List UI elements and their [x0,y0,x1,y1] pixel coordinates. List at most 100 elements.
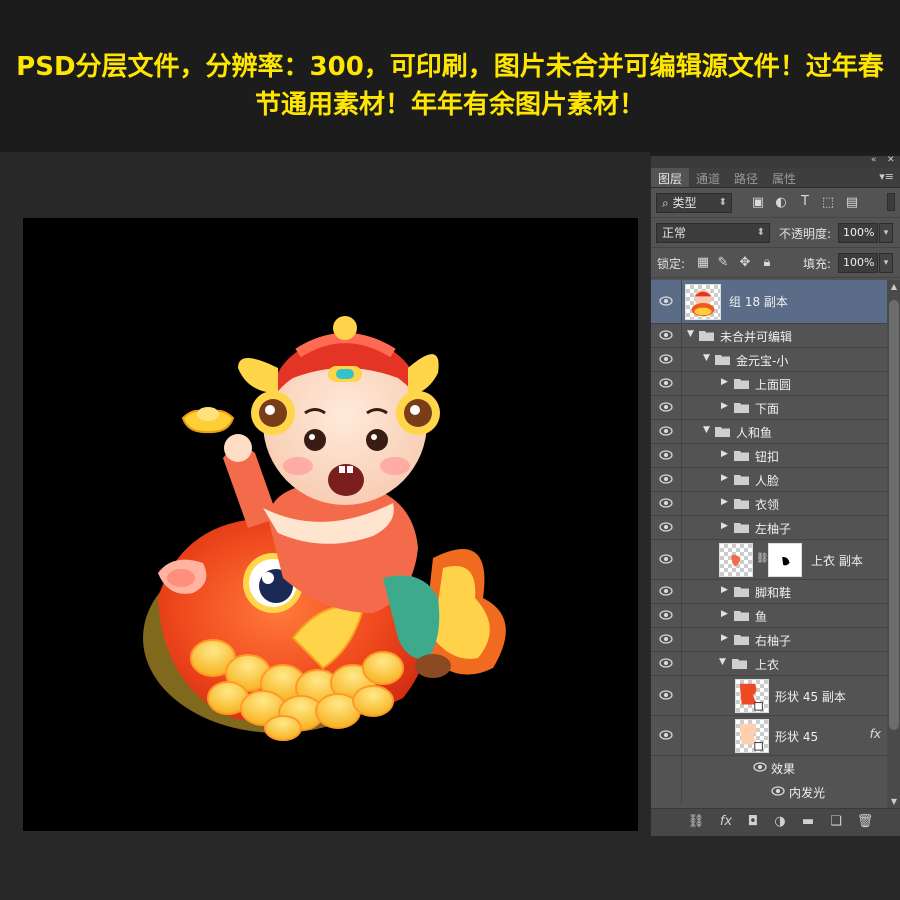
lock-transparent-icon[interactable]: ▦ [694,255,712,270]
scrollbar-thumb[interactable] [889,300,899,730]
collapse-triangle-icon[interactable]: ▶ [721,401,728,411]
delete-icon[interactable]: 🗑︎ [856,814,874,829]
layer-row[interactable]: ▼ 未合并可编辑 [651,324,887,348]
visibility-eye-icon[interactable] [659,585,673,597]
visibility-eye-icon[interactable] [659,633,673,645]
collapse-icon[interactable]: « [871,155,877,165]
visibility-eye-icon[interactable] [659,473,673,485]
tab-paths[interactable]: 路径 [727,168,765,187]
layer-name: 左柚子 [755,522,792,536]
visibility-eye-icon[interactable] [659,295,673,307]
collapse-triangle-icon[interactable]: ▶ [721,609,728,619]
expand-triangle-icon[interactable]: ▼ [719,657,726,667]
new-group-icon[interactable]: ▬ [799,814,817,829]
layer-row[interactable]: 组 18 副本 [651,280,887,324]
visibility-eye-icon[interactable] [659,425,673,437]
lock-paint-icon[interactable]: ✎ [714,255,732,270]
lock-all-icon[interactable]: 🔒︎ [758,255,776,270]
collapse-triangle-icon[interactable]: ▶ [721,585,728,595]
lock-row: 锁定: ▦ ✎ ✥ 🔒︎ 填充: 100% ▾ [651,248,900,278]
layer-row[interactable]: 形状 45 副本 [651,676,887,716]
layer-name: 上面圆 [755,378,792,392]
layer-effects-icon[interactable]: fx [870,727,881,741]
fill-dropdown[interactable]: ▾ [879,253,893,273]
collapse-triangle-icon[interactable]: ▶ [721,449,728,459]
visibility-eye-icon[interactable] [659,609,673,621]
tab-properties[interactable]: 属性 [765,168,803,187]
layer-row[interactable]: ▼ 金元宝-小 [651,348,887,372]
fill-input[interactable]: 100% [838,253,878,273]
blend-mode-select[interactable]: 正常 ⬍ [656,223,770,243]
layer-row[interactable]: ▶ 脚和鞋 [651,580,887,604]
layers-list: 组 18 副本 ▼ 未合并可编辑 ▼ 金元宝-小 ▶ 上面圆 ▶ 下面 ▼ 人和… [651,280,887,808]
visibility-eye-icon[interactable] [659,657,673,669]
folder-icon [734,587,749,597]
panel-tabs: 图层 通道 路径 属性 ▾≡ [651,168,900,188]
new-layer-icon[interactable]: ❏ [827,814,845,829]
collapse-triangle-icon[interactable]: ▶ [721,521,728,531]
visibility-eye-icon[interactable] [659,521,673,533]
panel-title-bar[interactable]: « ✕ [651,155,900,168]
layer-row[interactable]: ▼ 上衣 [651,652,887,676]
link-layers-icon[interactable]: ⛓ [687,814,705,829]
image-filter-icon[interactable]: ▣ [749,195,767,210]
visibility-eye-icon[interactable] [659,401,673,413]
layer-row[interactable]: ▶ 鱼 [651,604,887,628]
layer-row[interactable]: 形状 45 fx [651,716,887,756]
layer-row[interactable]: ▶ 钮扣 [651,444,887,468]
visibility-eye-icon[interactable] [659,353,673,365]
effects-label: 效果 [771,762,796,776]
scroll-down-icon[interactable]: ▼ [887,797,900,806]
layer-name: 上衣 副本 [811,554,863,568]
visibility-eye-icon[interactable] [659,497,673,509]
lock-position-icon[interactable]: ✥ [736,255,754,270]
shape-filter-icon[interactable]: ⬚ [819,195,837,210]
layer-row[interactable]: ⛓ 上衣 副本 [651,540,887,580]
visibility-eye-icon[interactable] [659,329,673,341]
filter-toggle[interactable] [887,193,895,211]
collapse-triangle-icon[interactable]: ▶ [721,473,728,483]
tab-layers[interactable]: 图层 [651,168,690,187]
expand-triangle-icon[interactable]: ▼ [687,329,694,339]
collapse-triangle-icon[interactable]: ▶ [721,633,728,643]
tab-channels[interactable]: 通道 [689,168,727,187]
adjustment-filter-icon[interactable]: ◐ [772,195,790,210]
fx-icon[interactable]: fx [717,814,735,829]
visibility-eye-icon[interactable] [659,449,673,461]
layer-row[interactable]: ▼ 人和鱼 [651,420,887,444]
mask-link-icon[interactable]: ⛓ [756,553,769,564]
visibility-eye-icon[interactable] [659,377,673,389]
collapse-triangle-icon[interactable]: ▶ [721,377,728,387]
layer-row[interactable]: ▶ 左柚子 [651,516,887,540]
expand-triangle-icon[interactable]: ▼ [703,425,710,435]
panel-menu-icon[interactable]: ▾≡ [879,170,894,183]
layer-row[interactable]: ▶ 人脸 [651,468,887,492]
effects-row[interactable]: 效果 [651,756,887,780]
adjustment-icon[interactable]: ◑ [771,814,789,829]
opacity-dropdown[interactable]: ▾ [879,223,893,243]
document-canvas[interactable] [23,218,638,831]
folder-icon [734,523,749,533]
close-panel-icon[interactable]: ✕ [887,155,895,165]
collapse-triangle-icon[interactable]: ▶ [721,497,728,507]
visibility-eye-icon[interactable] [771,785,785,797]
layer-filter-select[interactable]: ⌕ 类型 ⬍ [656,193,732,213]
layer-row[interactable]: ▶ 衣领 [651,492,887,516]
visibility-eye-icon[interactable] [659,729,673,741]
visibility-eye-icon[interactable] [659,689,673,701]
layer-mask-thumbnail[interactable] [768,543,802,577]
visibility-eye-icon[interactable] [659,553,673,565]
mask-icon[interactable]: ◘ [744,814,762,829]
layer-row[interactable]: ▶ 上面圆 [651,372,887,396]
smart-object-filter-icon[interactable]: ▤ [843,195,861,210]
layers-scrollbar[interactable]: ▲ ▼ [887,280,900,808]
opacity-input[interactable]: 100% [838,223,878,243]
type-filter-icon[interactable]: T [796,194,814,209]
effect-item-row[interactable]: 内发光 [651,780,887,804]
expand-triangle-icon[interactable]: ▼ [703,353,710,363]
scroll-up-icon[interactable]: ▲ [887,282,900,291]
layer-row[interactable]: ▶ 下面 [651,396,887,420]
panel-below-area [650,836,900,900]
layer-row[interactable]: ▶ 右柚子 [651,628,887,652]
visibility-eye-icon[interactable] [753,761,767,773]
